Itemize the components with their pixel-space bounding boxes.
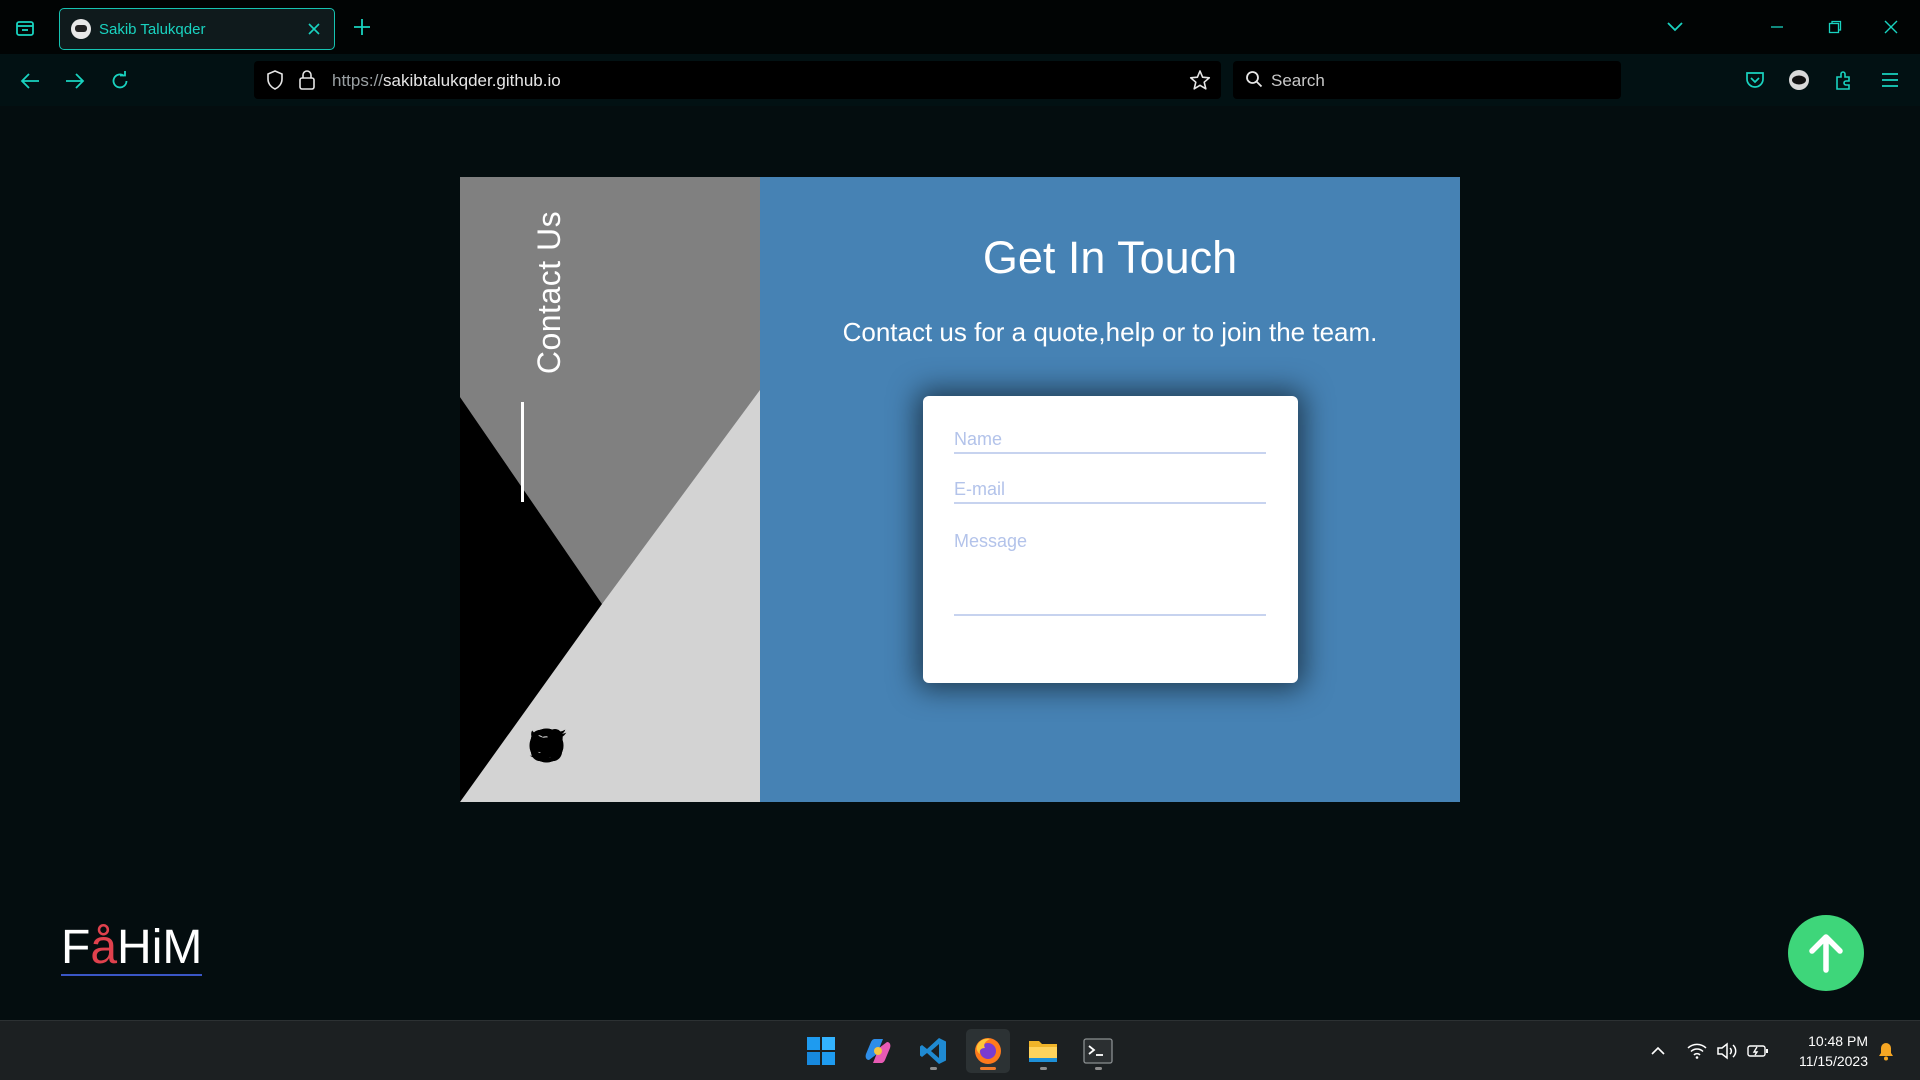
volume-icon[interactable] — [1715, 1039, 1739, 1063]
browser-tab-bar: Sakib Talukqder — [0, 0, 1920, 54]
logo-suffix: HiM — [117, 921, 203, 974]
file-explorer-icon[interactable] — [1021, 1029, 1065, 1073]
instagram-icon[interactable] — [530, 727, 654, 765]
reload-icon[interactable] — [106, 67, 134, 95]
twitter-icon[interactable] — [529, 727, 706, 765]
contact-form-panel: Get In Touch Contact us for a quote,help… — [760, 177, 1460, 802]
clock-time: 10:48 PM — [1808, 1033, 1868, 1049]
page-content: Contact Us Get In Touch Contact us for a… — [0, 106, 1920, 1020]
contact-us-text: Contact Us — [531, 210, 568, 374]
message-input[interactable] — [954, 531, 1266, 616]
search-placeholder: Search — [1271, 71, 1325, 90]
arrow-up-icon — [1809, 934, 1843, 973]
new-tab-plus-icon[interactable] — [349, 14, 375, 40]
social-links — [528, 727, 706, 765]
page-heading: Get In Touch — [982, 232, 1238, 283]
geometric-background — [460, 177, 760, 802]
vscode-icon[interactable] — [911, 1029, 955, 1073]
bookmark-star-icon[interactable] — [1189, 69, 1211, 96]
chevron-up-icon[interactable] — [1646, 1039, 1670, 1063]
battery-icon[interactable] — [1746, 1039, 1770, 1063]
page-subheading: Contact us for a quote,help or to join t… — [842, 317, 1378, 347]
minimize-icon[interactable] — [1762, 12, 1792, 42]
lock-icon[interactable] — [298, 69, 316, 96]
vertical-divider — [521, 402, 524, 502]
profile-avatar-icon[interactable] — [1785, 66, 1813, 94]
scroll-to-top-button[interactable] — [1788, 915, 1864, 991]
close-tab-icon[interactable] — [302, 17, 326, 41]
system-clock[interactable]: 10:48 PM 11/15/2023 — [1782, 1031, 1868, 1071]
contact-card: Contact Us Get In Touch Contact us for a… — [460, 177, 1460, 802]
restore-icon[interactable] — [1820, 12, 1850, 42]
clock-date: 11/15/2023 — [1798, 1053, 1868, 1069]
copilot-icon[interactable] — [856, 1029, 900, 1073]
tab-list-icon[interactable] — [12, 15, 38, 41]
url-host: sakibtalukqder.github.io — [383, 71, 561, 90]
pocket-icon[interactable] — [1741, 66, 1769, 94]
address-bar[interactable]: https://sakibtalukqder.github.io — [254, 61, 1221, 99]
url-protocol: https:// — [332, 71, 384, 90]
contact-form — [923, 396, 1298, 683]
hamburger-menu-icon[interactable] — [1876, 66, 1904, 94]
extensions-puzzle-icon[interactable] — [1830, 66, 1858, 94]
wifi-icon[interactable] — [1685, 1039, 1709, 1063]
url-text[interactable]: https://sakibtalukqder.github.io — [332, 71, 561, 91]
logo-prefix: F — [61, 921, 91, 974]
email-input[interactable] — [954, 476, 1266, 504]
site-logo[interactable]: FåHiM — [61, 921, 203, 976]
tab-title: Sakib Talukqder — [99, 20, 206, 38]
close-window-icon[interactable] — [1876, 12, 1906, 42]
tab-favicon-icon — [71, 19, 91, 39]
windows-start-icon[interactable] — [799, 1029, 843, 1073]
contact-us-label: Contact Us — [520, 197, 580, 387]
firefox-icon[interactable] — [966, 1029, 1010, 1073]
windows-taskbar: 10:48 PM 11/15/2023 — [0, 1020, 1920, 1080]
back-arrow-icon[interactable] — [16, 67, 44, 95]
terminal-icon[interactable] — [1076, 1029, 1120, 1073]
name-input[interactable] — [954, 426, 1266, 454]
chevron-down-icon[interactable] — [1662, 14, 1688, 40]
github-icon[interactable] — [529, 727, 610, 765]
tracking-shield-icon[interactable] — [266, 70, 284, 95]
notification-bell-icon[interactable] — [1874, 1039, 1898, 1063]
logo-accent-letter: å — [90, 921, 118, 974]
contact-side-panel: Contact Us — [460, 177, 760, 802]
forward-arrow-icon[interactable] — [61, 67, 89, 95]
browser-tab[interactable]: Sakib Talukqder — [59, 8, 335, 50]
search-bar[interactable]: Search — [1233, 61, 1621, 99]
search-icon — [1245, 70, 1263, 93]
